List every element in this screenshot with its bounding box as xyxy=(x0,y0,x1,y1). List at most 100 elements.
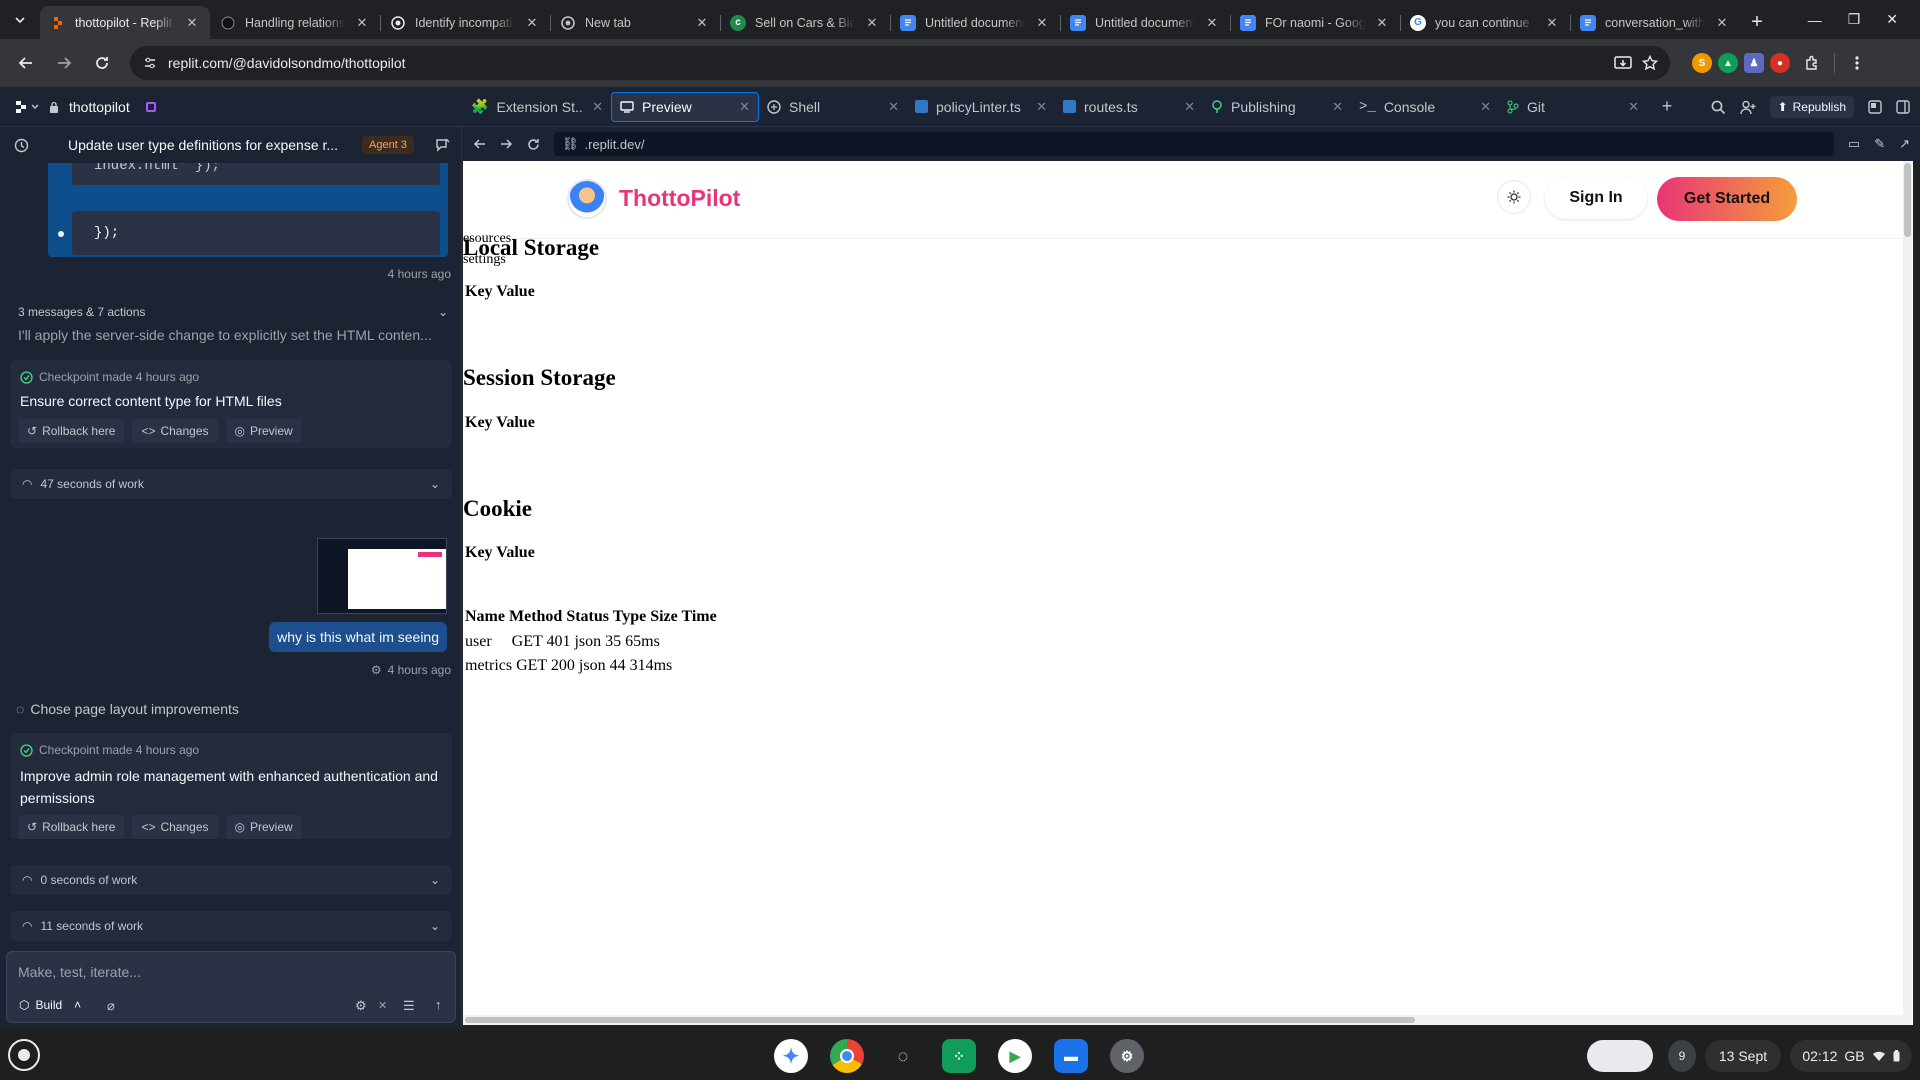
gemini-icon[interactable]: ✦ xyxy=(774,1039,808,1073)
tab-publishing[interactable]: Publishing ✕ xyxy=(1203,92,1351,122)
close-icon[interactable]: ✕ xyxy=(524,15,540,31)
horizontal-scrollbar[interactable] xyxy=(463,1015,1903,1025)
close-icon[interactable]: ✕ xyxy=(1184,99,1195,115)
invite-user-icon[interactable] xyxy=(1739,100,1756,115)
work-summary[interactable]: ◠ 11 seconds of work ⌄ xyxy=(10,911,452,941)
preview-button[interactable]: ◎ Preview xyxy=(225,419,302,443)
close-icon[interactable]: ✕ xyxy=(1374,15,1390,31)
phone-hub-icon[interactable] xyxy=(1587,1040,1653,1072)
back-icon[interactable] xyxy=(473,138,486,150)
more-menu-icon[interactable] xyxy=(1841,47,1873,79)
build-mode-button[interactable]: ⬡ Build ˄ xyxy=(19,998,81,1012)
browser-tab[interactable]: Identify incompati ✕ xyxy=(380,6,551,39)
address-bar[interactable]: replit.com/@davidolsondmo/thottopilot xyxy=(130,46,1670,80)
thottopilot-logo[interactable] xyxy=(567,179,607,219)
history-icon[interactable] xyxy=(14,138,29,153)
preview-button[interactable]: ◎ Preview xyxy=(225,815,302,839)
new-tab-button[interactable]: + xyxy=(1740,6,1774,39)
screenshot-thumbnail[interactable] xyxy=(317,538,447,614)
restore-icon[interactable]: ❐ xyxy=(1848,11,1861,28)
action-summary[interactable]: 3 messages & 7 actions ⌄ I'll apply the s… xyxy=(18,305,448,343)
close-icon[interactable]: ✕ xyxy=(1034,15,1050,31)
layout-split-icon[interactable] xyxy=(1896,100,1910,114)
get-started-button[interactable]: Get Started xyxy=(1657,177,1797,221)
tab-shell[interactable]: Shell ✕ xyxy=(759,92,907,122)
browser-tab[interactable]: Untitled document ✕ xyxy=(890,6,1061,39)
google-drive-icon[interactable]: ▲ xyxy=(1718,53,1738,73)
browser-tab[interactable]: c Sell on Cars & Bids ✕ xyxy=(720,6,891,39)
tab-search-button[interactable] xyxy=(0,0,40,39)
browser-tab-replit[interactable]: thottopilot - Replit ✕ xyxy=(40,6,210,39)
tab-routes[interactable]: routes.ts ✕ xyxy=(1055,92,1203,122)
forward-icon[interactable] xyxy=(500,138,513,150)
close-window-icon[interactable]: ✕ xyxy=(1886,11,1898,28)
close-icon[interactable]: ✕ xyxy=(1204,15,1220,31)
browser-tab[interactable]: FOr naomi - Googl ✕ xyxy=(1230,6,1401,39)
close-icon[interactable]: ✕ xyxy=(1628,99,1639,115)
preview-url-field[interactable]: ⛓ .replit.dev/ xyxy=(554,132,1834,156)
add-tab-button[interactable]: + xyxy=(1647,92,1687,122)
files-icon[interactable]: ▬ xyxy=(1054,1039,1088,1073)
agent-settings-icon[interactable]: ⚙ xyxy=(355,998,367,1014)
back-icon[interactable] xyxy=(10,47,42,79)
composer-input[interactable]: Make, test, iterate... xyxy=(18,964,141,980)
theme-toggle-button[interactable] xyxy=(1497,180,1531,214)
rollback-button[interactable]: ↺ Rollback here xyxy=(18,419,125,443)
send-icon[interactable]: ↑ xyxy=(435,997,442,1012)
apps-grid-icon[interactable]: ⁘ xyxy=(942,1039,976,1073)
sign-in-button[interactable]: Sign In xyxy=(1545,177,1647,219)
profile-extension-icon[interactable]: ♟ xyxy=(1744,53,1764,73)
close-icon[interactable]: ✕ xyxy=(354,15,370,31)
close-icon[interactable]: ✕ xyxy=(592,99,603,115)
reload-icon[interactable] xyxy=(86,47,118,79)
tab-git[interactable]: Git ✕ xyxy=(1499,92,1647,122)
site-info-icon[interactable] xyxy=(142,55,158,71)
browser-tab[interactable]: Untitled document ✕ xyxy=(1060,6,1231,39)
close-icon[interactable]: ✕ xyxy=(739,99,750,115)
forward-icon[interactable] xyxy=(48,47,80,79)
browser-tab[interactable]: New tab ✕ xyxy=(550,6,721,39)
close-icon[interactable]: ✕ xyxy=(1714,15,1730,31)
changes-button[interactable]: <> Changes xyxy=(132,815,218,839)
changes-button[interactable]: <> Changes xyxy=(132,419,218,443)
republish-button[interactable]: ⬆ Republish xyxy=(1769,96,1854,118)
search-icon[interactable] xyxy=(1711,100,1726,115)
extension-icon[interactable]: S xyxy=(1692,53,1712,73)
layout-note[interactable]: ◌ Chose page layout improvements xyxy=(16,701,239,717)
tab-console[interactable]: >_ Console ✕ xyxy=(1351,92,1499,122)
record-extension-icon[interactable]: ● xyxy=(1770,53,1790,73)
tab-extension-store[interactable]: 🧩 Extension St... ✕ xyxy=(463,92,611,122)
puzzle-extensions-icon[interactable] xyxy=(1796,47,1828,79)
replit-menu-icon[interactable] xyxy=(14,100,39,114)
close-icon[interactable]: ✕ xyxy=(864,15,880,31)
close-icon[interactable]: ✕ xyxy=(184,15,200,31)
vertical-scrollbar[interactable] xyxy=(1903,161,1912,1025)
sliders-icon[interactable]: ☰ xyxy=(403,998,415,1014)
browser-tab[interactable]: Handling relations ✕ xyxy=(210,6,381,39)
browser-tab[interactable]: G you can continue ✕ xyxy=(1400,6,1571,39)
close-icon[interactable]: ✕ xyxy=(1036,99,1047,115)
bookmark-star-icon[interactable] xyxy=(1642,55,1658,71)
close-icon[interactable]: ✕ xyxy=(1480,99,1491,115)
close-icon[interactable]: ✕ xyxy=(694,15,710,31)
reload-icon[interactable] xyxy=(527,138,540,151)
rollback-button[interactable]: ↺ Rollback here xyxy=(18,815,125,839)
project-name[interactable]: thottopilot xyxy=(69,99,130,115)
chrome-app-icon[interactable] xyxy=(830,1039,864,1073)
install-app-icon[interactable] xyxy=(1614,55,1632,71)
minimize-icon[interactable]: — xyxy=(1808,12,1822,28)
new-chat-icon[interactable] xyxy=(435,138,450,153)
settings-icon[interactable]: ⚙ xyxy=(1110,1039,1144,1073)
tab-preview[interactable]: Preview ✕ xyxy=(611,91,759,122)
play-store-icon[interactable]: ▶ xyxy=(998,1039,1032,1073)
tab-policylinter[interactable]: policyLinter.ts ✕ xyxy=(907,92,1055,122)
open-new-window-icon[interactable]: ↗ xyxy=(1899,136,1910,152)
status-area[interactable]: 02:12 GB xyxy=(1790,1040,1912,1072)
browser-tab[interactable]: conversation_with ✕ xyxy=(1570,6,1740,39)
attach-icon[interactable]: ⌀ xyxy=(107,998,115,1014)
work-summary[interactable]: ◠ 0 seconds of work ⌄ xyxy=(10,865,452,895)
devtools-icon[interactable]: ✎ xyxy=(1874,136,1885,152)
notification-count[interactable]: 9 xyxy=(1668,1040,1696,1072)
brand-name[interactable]: ThottoPilot xyxy=(619,185,740,212)
close-icon[interactable]: ✕ xyxy=(1332,99,1343,115)
